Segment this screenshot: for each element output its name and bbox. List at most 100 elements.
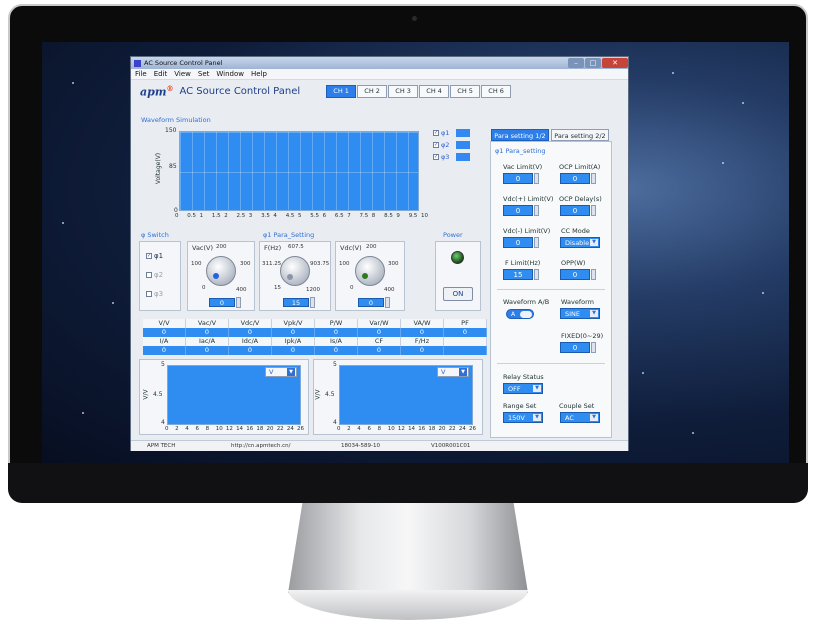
waveform-x-tick: 1.5 [211,213,221,219]
opp-field[interactable]: 0 [560,269,590,280]
f-limit-field[interactable]: 15 [503,269,533,280]
menu-view[interactable]: View [174,70,191,78]
phi-switch-2[interactable]: φ2 [146,271,163,279]
vdc-knob-tick-top: 200 [366,244,377,250]
tab-ch3[interactable]: CH 3 [388,84,419,98]
phase-toggle-2[interactable]: ✓ φ2 [433,141,470,149]
vdc-plus-limit-field[interactable]: 0 [503,205,533,216]
tab-ch1[interactable]: CH 1 [326,84,357,98]
waveform-x-tick: 5.5 [310,213,320,219]
vdc-plus-limit-spinner[interactable] [534,205,539,216]
freq-spinner[interactable] [310,297,315,308]
menu-edit[interactable]: Edit [154,70,168,78]
meas-value: 0 [401,328,444,337]
menu-help[interactable]: Help [251,70,267,78]
phi-switch-3[interactable]: φ3 [146,290,163,298]
ocp-limit-field[interactable]: 0 [560,173,590,184]
vdc-minus-limit-label: Vdc(-) Limit(V) [503,227,551,235]
vac-knob[interactable] [206,256,236,286]
menu-window[interactable]: Window [216,70,244,78]
phase-toggle-1[interactable]: ✓ φ1 [433,129,470,137]
waveform-ab-toggle[interactable]: A [506,309,534,319]
meas-head: Ipk/A [272,337,315,346]
meas-value: 0 [143,328,186,337]
mini-left-x-tick: 0 [165,426,169,432]
vac-limit-field[interactable]: 0 [503,173,533,184]
fixed-field[interactable]: 0 [560,342,590,353]
menu-file[interactable]: File [135,70,147,78]
ocp-limit-spinner[interactable] [591,173,596,184]
phase3-checkbox[interactable]: ✓ [433,154,439,160]
title-bar[interactable]: AC Source Control Panel – □ ✕ [131,57,628,69]
vdc-knob-tick-right: 300 [388,261,399,267]
freq-value-field[interactable]: 15 [283,298,309,307]
cc-mode-select[interactable]: Disable [560,237,600,248]
phase2-checkbox[interactable]: ✓ [433,142,439,148]
mini-left-y-label: V/V [142,389,150,400]
tab-ch2[interactable]: CH 2 [357,84,388,98]
vac-limit-spinner[interactable] [534,173,539,184]
vdc-spinner[interactable] [385,297,390,308]
mini-chart-right-select[interactable]: V [437,367,469,377]
phi2-label: φ2 [154,271,164,279]
waveform-x-ticks: 0 0.5 1 1.5 2 2.5 3 3.5 4 4.5 5 5.5 6 6.5 7 7.5 8 8.5 9 9.5… [175,213,428,221]
phi2-checkbox[interactable] [146,272,152,278]
waveform-x-tick: 7.5 [359,213,369,219]
tab-para-setting-1[interactable]: Para setting 1/2 [491,129,549,141]
range-set-select[interactable]: 150V [503,412,543,423]
power-on-button[interactable]: ON [443,287,473,301]
waveform-x-tick: 0 [175,213,179,219]
vdc-minus-limit-field[interactable]: 0 [503,237,533,248]
waveform-x-tick: 4 [273,213,277,219]
meas-value: 0 [143,346,186,355]
opp-spinner[interactable] [591,269,596,280]
maximize-button[interactable]: □ [585,58,601,68]
meas-header-row-1: V/V Vac/V Vdc/V Vpk/V P/W Var/W VA/W PF [143,319,487,328]
mini-chart-left-select[interactable]: V [265,367,297,377]
waveform-x-tick: 8.5 [384,213,393,219]
couple-set-select[interactable]: AC [560,412,600,423]
waveform-ab-value: A [511,311,516,318]
relay-status-label: Relay Status [503,373,544,381]
phase1-checkbox[interactable]: ✓ [433,130,439,136]
minimize-button[interactable]: – [568,58,584,68]
range-set-label: Range Set [503,402,537,410]
vac-value-field[interactable]: 0 [209,298,235,307]
vdc-knob-tick-min: 0 [350,285,354,291]
meas-value: 0 [229,346,272,355]
phi-switch-1[interactable]: ✓ φ1 [146,252,163,260]
tab-ch5[interactable]: CH 5 [450,84,481,98]
freq-knob[interactable] [280,256,310,286]
vdc-value-field[interactable]: 0 [358,298,384,307]
ocp-delay-field[interactable]: 0 [560,205,590,216]
knob-panel-freq: F(Hz) 607.5 311.25 903.75 15 1200 15 [259,241,331,311]
meas-head: CF [358,337,401,346]
waveform-plot[interactable] [179,131,419,211]
ocp-limit-label: OCP Limit(A) [559,163,601,171]
close-button[interactable]: ✕ [602,58,628,68]
status-url[interactable]: http://cn.apmtech.cn/ [231,443,291,449]
vac-knob-tick-right: 300 [240,261,251,267]
meas-head: PF [444,319,487,328]
tab-ch6[interactable]: CH 6 [481,84,512,98]
ocp-delay-spinner[interactable] [591,205,596,216]
vdc-knob[interactable] [355,256,385,286]
tab-para-setting-2[interactable]: Para setting 2/2 [551,129,609,141]
freq-knob-indicator [287,274,293,280]
fixed-spinner[interactable] [591,342,596,353]
vac-spinner[interactable] [236,297,241,308]
mini-right-x-tick: 18 [428,426,436,432]
phi3-checkbox[interactable] [146,291,152,297]
f-limit-spinner[interactable] [534,269,539,280]
menu-set[interactable]: Set [198,70,210,78]
mini-right-x-ticks: 0 2 4 6 8 10 12 14 16 18 20 22 24 26 [337,426,476,433]
relay-status-select[interactable]: OFF [503,383,543,394]
vdc-knob-label: Vdc(V) [340,244,362,252]
mini-right-x-tick: 22 [448,426,456,432]
tab-ch4[interactable]: CH 4 [419,84,450,98]
waveform-type-select[interactable]: SINE [560,308,600,319]
phi1-checkbox[interactable]: ✓ [146,253,152,259]
phase-toggle-3[interactable]: ✓ φ3 [433,153,470,161]
vdc-minus-limit-spinner[interactable] [534,237,539,248]
section-divider-2 [497,363,605,364]
